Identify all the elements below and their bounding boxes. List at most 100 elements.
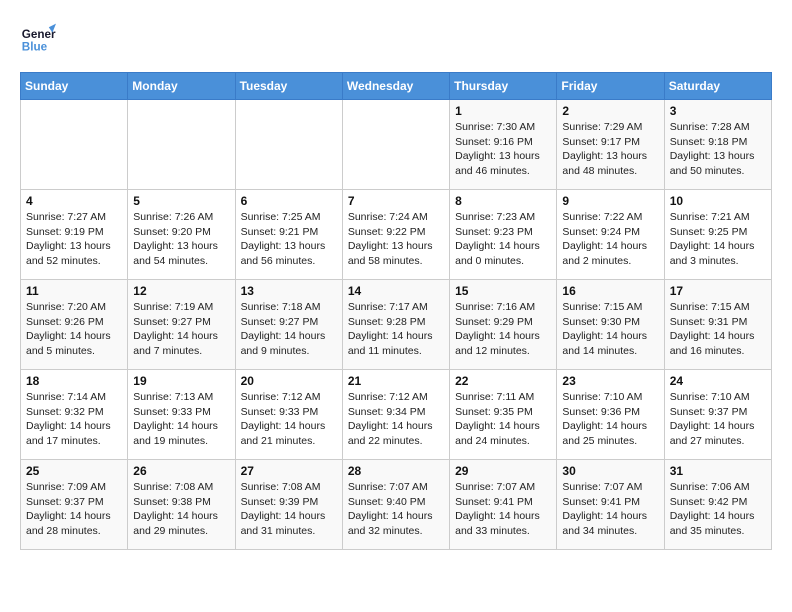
calendar-cell: 21 Sunrise: 7:12 AM Sunset: 9:34 PM Dayli…	[342, 370, 449, 460]
day-header-thursday: Thursday	[450, 73, 557, 100]
day-info: Sunrise: 7:23 AM Sunset: 9:23 PM Dayligh…	[455, 210, 551, 269]
calendar-cell: 8 Sunrise: 7:23 AM Sunset: 9:23 PM Daylig…	[450, 190, 557, 280]
day-info: Sunrise: 7:12 AM Sunset: 9:33 PM Dayligh…	[241, 390, 337, 449]
calendar-cell	[128, 100, 235, 190]
calendar-cell: 23 Sunrise: 7:10 AM Sunset: 9:36 PM Dayli…	[557, 370, 664, 460]
day-header-tuesday: Tuesday	[235, 73, 342, 100]
day-number: 27	[241, 464, 337, 478]
day-number: 26	[133, 464, 229, 478]
day-header-monday: Monday	[128, 73, 235, 100]
calendar-header: SundayMondayTuesdayWednesdayThursdayFrid…	[21, 73, 772, 100]
day-header-friday: Friday	[557, 73, 664, 100]
day-info: Sunrise: 7:27 AM Sunset: 9:19 PM Dayligh…	[26, 210, 122, 269]
day-info: Sunrise: 7:22 AM Sunset: 9:24 PM Dayligh…	[562, 210, 658, 269]
day-number: 16	[562, 284, 658, 298]
day-info: Sunrise: 7:14 AM Sunset: 9:32 PM Dayligh…	[26, 390, 122, 449]
day-info: Sunrise: 7:10 AM Sunset: 9:36 PM Dayligh…	[562, 390, 658, 449]
day-number: 15	[455, 284, 551, 298]
day-header-sunday: Sunday	[21, 73, 128, 100]
day-number: 6	[241, 194, 337, 208]
week-row-5: 25 Sunrise: 7:09 AM Sunset: 9:37 PM Dayli…	[21, 460, 772, 550]
calendar-cell: 31Sunrise: 7:06 AM Sunset: 9:42 PM Dayli…	[664, 460, 771, 550]
day-info: Sunrise: 7:20 AM Sunset: 9:26 PM Dayligh…	[26, 300, 122, 359]
calendar-cell: 29Sunrise: 7:07 AM Sunset: 9:41 PM Dayli…	[450, 460, 557, 550]
day-number: 12	[133, 284, 229, 298]
calendar-cell	[235, 100, 342, 190]
calendar-table: SundayMondayTuesdayWednesdayThursdayFrid…	[20, 72, 772, 550]
day-info: Sunrise: 7:17 AM Sunset: 9:28 PM Dayligh…	[348, 300, 444, 359]
calendar-cell: 26 Sunrise: 7:08 AM Sunset: 9:38 PM Dayli…	[128, 460, 235, 550]
day-info: Sunrise: 7:11 AM Sunset: 9:35 PM Dayligh…	[455, 390, 551, 449]
day-info: Sunrise: 7:16 AM Sunset: 9:29 PM Dayligh…	[455, 300, 551, 359]
day-number: 18	[26, 374, 122, 388]
day-number: 20	[241, 374, 337, 388]
logo: General Blue	[20, 20, 62, 56]
day-info: Sunrise: 7:19 AM Sunset: 9:27 PM Dayligh…	[133, 300, 229, 359]
day-info: Sunrise: 7:07 AM Sunset: 9:41 PM Dayligh…	[455, 480, 551, 539]
week-row-4: 18 Sunrise: 7:14 AM Sunset: 9:32 PM Dayli…	[21, 370, 772, 460]
day-info: Sunrise: 7:08 AM Sunset: 9:38 PM Dayligh…	[133, 480, 229, 539]
calendar-cell: 5 Sunrise: 7:26 AM Sunset: 9:20 PM Daylig…	[128, 190, 235, 280]
page-header: General Blue	[20, 20, 772, 56]
day-info: Sunrise: 7:09 AM Sunset: 9:37 PM Dayligh…	[26, 480, 122, 539]
day-number: 19	[133, 374, 229, 388]
calendar-cell: 24Sunrise: 7:10 AM Sunset: 9:37 PM Dayli…	[664, 370, 771, 460]
day-number: 25	[26, 464, 122, 478]
day-info: Sunrise: 7:30 AM Sunset: 9:16 PM Dayligh…	[455, 120, 551, 179]
calendar-cell: 16Sunrise: 7:15 AM Sunset: 9:30 PM Dayli…	[557, 280, 664, 370]
calendar-cell: 10 Sunrise: 7:21 AM Sunset: 9:25 PM Dayli…	[664, 190, 771, 280]
day-number: 17	[670, 284, 766, 298]
calendar-cell: 19 Sunrise: 7:13 AM Sunset: 9:33 PM Dayli…	[128, 370, 235, 460]
calendar-cell: 30 Sunrise: 7:07 AM Sunset: 9:41 PM Dayli…	[557, 460, 664, 550]
calendar-cell: 15 Sunrise: 7:16 AM Sunset: 9:29 PM Dayli…	[450, 280, 557, 370]
calendar-cell: 3Sunrise: 7:28 AM Sunset: 9:18 PM Daylig…	[664, 100, 771, 190]
day-header-saturday: Saturday	[664, 73, 771, 100]
calendar-cell: 12 Sunrise: 7:19 AM Sunset: 9:27 PM Dayli…	[128, 280, 235, 370]
day-number: 22	[455, 374, 551, 388]
calendar-cell: 18 Sunrise: 7:14 AM Sunset: 9:32 PM Dayli…	[21, 370, 128, 460]
calendar-cell: 6 Sunrise: 7:25 AM Sunset: 9:21 PM Daylig…	[235, 190, 342, 280]
svg-text:Blue: Blue	[22, 41, 48, 54]
day-header-wednesday: Wednesday	[342, 73, 449, 100]
day-number: 5	[133, 194, 229, 208]
day-info: Sunrise: 7:21 AM Sunset: 9:25 PM Dayligh…	[670, 210, 766, 269]
calendar-cell: 25 Sunrise: 7:09 AM Sunset: 9:37 PM Dayli…	[21, 460, 128, 550]
day-number: 9	[562, 194, 658, 208]
calendar-cell: 14 Sunrise: 7:17 AM Sunset: 9:28 PM Dayli…	[342, 280, 449, 370]
day-number: 2	[562, 104, 658, 118]
day-info: Sunrise: 7:07 AM Sunset: 9:41 PM Dayligh…	[562, 480, 658, 539]
day-info: Sunrise: 7:15 AM Sunset: 9:31 PM Dayligh…	[670, 300, 766, 359]
day-number: 11	[26, 284, 122, 298]
calendar-cell: 27 Sunrise: 7:08 AM Sunset: 9:39 PM Dayli…	[235, 460, 342, 550]
day-number: 30	[562, 464, 658, 478]
day-number: 23	[562, 374, 658, 388]
calendar-cell: 28Sunrise: 7:07 AM Sunset: 9:40 PM Dayli…	[342, 460, 449, 550]
day-number: 14	[348, 284, 444, 298]
day-info: Sunrise: 7:25 AM Sunset: 9:21 PM Dayligh…	[241, 210, 337, 269]
day-number: 8	[455, 194, 551, 208]
week-row-1: 1 Sunrise: 7:30 AM Sunset: 9:16 PM Daylig…	[21, 100, 772, 190]
day-number: 31	[670, 464, 766, 478]
calendar-cell	[342, 100, 449, 190]
day-info: Sunrise: 7:26 AM Sunset: 9:20 PM Dayligh…	[133, 210, 229, 269]
calendar-cell	[21, 100, 128, 190]
day-info: Sunrise: 7:08 AM Sunset: 9:39 PM Dayligh…	[241, 480, 337, 539]
calendar-cell: 20 Sunrise: 7:12 AM Sunset: 9:33 PM Dayli…	[235, 370, 342, 460]
day-number: 7	[348, 194, 444, 208]
day-info: Sunrise: 7:28 AM Sunset: 9:18 PM Dayligh…	[670, 120, 766, 179]
day-number: 10	[670, 194, 766, 208]
logo-icon: General Blue	[20, 20, 56, 56]
calendar-cell: 9 Sunrise: 7:22 AM Sunset: 9:24 PM Daylig…	[557, 190, 664, 280]
day-info: Sunrise: 7:29 AM Sunset: 9:17 PM Dayligh…	[562, 120, 658, 179]
calendar-cell: 13Sunrise: 7:18 AM Sunset: 9:27 PM Dayli…	[235, 280, 342, 370]
week-row-2: 4Sunrise: 7:27 AM Sunset: 9:19 PM Daylig…	[21, 190, 772, 280]
calendar-cell: 4Sunrise: 7:27 AM Sunset: 9:19 PM Daylig…	[21, 190, 128, 280]
day-info: Sunrise: 7:12 AM Sunset: 9:34 PM Dayligh…	[348, 390, 444, 449]
calendar-cell: 2 Sunrise: 7:29 AM Sunset: 9:17 PM Daylig…	[557, 100, 664, 190]
day-number: 13	[241, 284, 337, 298]
day-number: 1	[455, 104, 551, 118]
calendar-cell: 11 Sunrise: 7:20 AM Sunset: 9:26 PM Dayli…	[21, 280, 128, 370]
day-info: Sunrise: 7:10 AM Sunset: 9:37 PM Dayligh…	[670, 390, 766, 449]
day-info: Sunrise: 7:13 AM Sunset: 9:33 PM Dayligh…	[133, 390, 229, 449]
day-number: 21	[348, 374, 444, 388]
